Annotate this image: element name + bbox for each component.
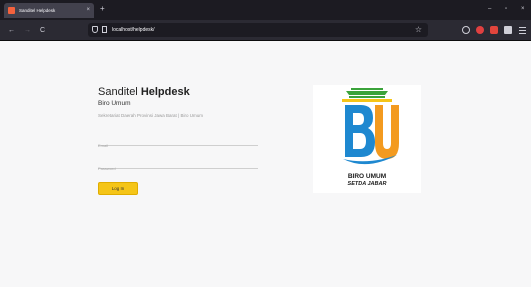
extension-icon[interactable] <box>476 26 484 34</box>
minimize-button[interactable]: – <box>488 5 491 13</box>
close-window-button[interactable]: × <box>521 5 525 13</box>
page-title: Sanditel Helpdesk <box>98 86 190 98</box>
back-arrow-icon[interactable]: ← <box>8 26 15 35</box>
password-field[interactable] <box>98 163 258 174</box>
biro-umum-logo: BIRO UMUM SETDA JABAR <box>313 85 421 193</box>
new-tab-button[interactable]: + <box>100 4 105 14</box>
page-content: Sanditel Helpdesk Biro Umum Sekretariat … <box>0 42 531 287</box>
forward-arrow-icon[interactable]: → <box>24 26 31 35</box>
page-description: Sekretariat Daerah Provinsi Jawa Barat |… <box>98 113 203 118</box>
tab-sanditel-helpdesk[interactable]: Sanditel Helpdesk × <box>4 3 94 18</box>
page-subtitle: Biro Umum <box>98 100 131 107</box>
email-field-wrapper <box>98 134 258 151</box>
pocket-icon[interactable] <box>462 26 470 34</box>
brand-bold: Helpdesk <box>140 86 190 98</box>
login-button[interactable]: Log In <box>98 182 138 195</box>
email-field[interactable] <box>98 140 258 151</box>
address-bar[interactable]: localhost/helpdesk/ ☆ <box>88 23 428 37</box>
extension-icon[interactable] <box>504 26 512 34</box>
star-icon[interactable]: ☆ <box>415 25 422 35</box>
page-icon[interactable] <box>102 26 107 33</box>
logo-line2: SETDA JABAR <box>347 181 387 187</box>
url-text[interactable]: localhost/helpdesk/ <box>112 26 155 34</box>
reload-icon[interactable]: C <box>40 26 45 35</box>
tab-bar: Sanditel Helpdesk × + – ▫ × <box>0 0 531 20</box>
password-field-wrapper <box>98 157 258 174</box>
menu-icon[interactable] <box>519 25 526 34</box>
extension-icon[interactable] <box>490 26 498 34</box>
logo-line1: BIRO UMUM <box>347 173 387 180</box>
tab-close-icon[interactable]: × <box>86 6 90 14</box>
brand-light: Sanditel <box>98 86 141 98</box>
favicon-icon <box>8 7 15 14</box>
maximize-button[interactable]: ▫ <box>505 5 507 13</box>
nav-bar: ← → C localhost/helpdesk/ ☆ <box>0 20 531 41</box>
tab-title: Sanditel Helpdesk <box>19 8 56 13</box>
shield-icon[interactable] <box>92 26 98 33</box>
